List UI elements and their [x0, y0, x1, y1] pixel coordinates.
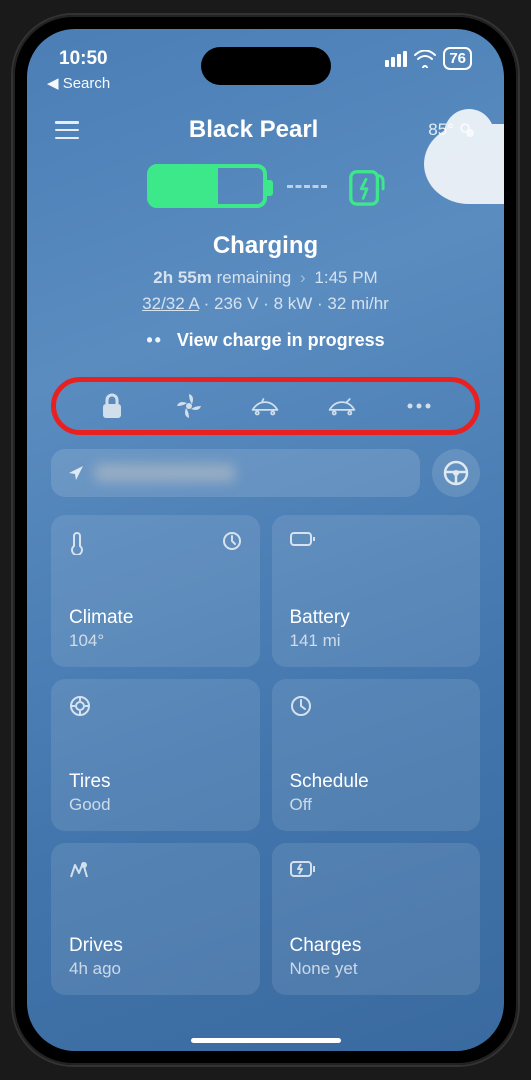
status-remaining[interactable]: 2h 55m remaining › 1:45 PM: [51, 268, 480, 288]
card-value: None yet: [290, 959, 463, 979]
card-title: Tires: [69, 771, 242, 793]
status-details[interactable]: 32/32 A · 236 V · 8 kW · 32 mi/hr: [51, 294, 480, 314]
home-indicator[interactable]: [191, 1038, 341, 1043]
phone-frame: 10:50 76 ◀ Search Black Pearl 85°: [13, 15, 518, 1065]
card-value: 141 mi: [290, 631, 463, 651]
charger-icon: [347, 164, 385, 208]
battery-icon: [290, 531, 316, 547]
progress-dots-icon: ••: [146, 330, 163, 351]
card-value: Off: [290, 795, 463, 815]
header: Black Pearl 85°: [27, 96, 504, 152]
charges-card[interactable]: Charges None yet: [272, 843, 481, 995]
card-title: Charges: [290, 935, 463, 957]
location-input[interactable]: [51, 449, 420, 497]
charging-line: [287, 185, 327, 188]
drives-card[interactable]: Drives 4h ago: [51, 843, 260, 995]
card-value: 104°: [69, 631, 242, 651]
trunk-icon: [328, 395, 356, 417]
amps-link[interactable]: 32/32 A: [142, 294, 199, 313]
clock-icon: [290, 695, 312, 717]
card-title: Battery: [290, 607, 463, 629]
battery-indicator: 76: [443, 47, 472, 70]
frunk-icon: [251, 395, 279, 417]
steering-button[interactable]: [432, 449, 480, 497]
card-title: Drives: [69, 935, 242, 957]
screen: 10:50 76 ◀ Search Black Pearl 85°: [27, 29, 504, 1051]
climate-card[interactable]: Climate 104°: [51, 515, 260, 667]
location-text-blurred: [95, 464, 235, 482]
card-title: Climate: [69, 607, 242, 629]
battery-icon: [147, 164, 267, 208]
battery-graphic: [27, 152, 504, 226]
lock-button[interactable]: [98, 392, 126, 420]
card-value: Good: [69, 795, 242, 815]
status-heading: Charging: [51, 232, 480, 260]
trunk-button[interactable]: [328, 392, 356, 420]
battery-card[interactable]: Battery 141 mi: [272, 515, 481, 667]
quick-actions: [51, 377, 480, 435]
tire-icon: [69, 695, 91, 717]
weather[interactable]: 85°: [428, 120, 476, 140]
fan-button[interactable]: [175, 392, 203, 420]
cellular-icon: [385, 51, 407, 67]
fan-icon: [175, 392, 203, 420]
frunk-button[interactable]: [251, 392, 279, 420]
status-section: Charging 2h 55m remaining › 1:45 PM 32/3…: [27, 226, 504, 371]
location-arrow-icon: [67, 464, 85, 482]
charge-icon: [290, 859, 316, 879]
cards-grid: Climate 104° Battery 141 mi Tires: [27, 511, 504, 1019]
tires-card[interactable]: Tires Good: [51, 679, 260, 831]
more-button[interactable]: [405, 392, 433, 420]
steering-wheel-icon: [443, 460, 469, 486]
clock: 10:50: [59, 48, 108, 70]
weather-temp: 85°: [428, 120, 454, 140]
sun-cloud-icon: [458, 121, 476, 139]
more-icon: [406, 402, 432, 410]
clock-icon: [222, 531, 242, 551]
wifi-icon: [414, 50, 436, 68]
schedule-card[interactable]: Schedule Off: [272, 679, 481, 831]
location-row: [51, 449, 480, 497]
map-pin-icon: [69, 859, 91, 881]
dynamic-island: [201, 47, 331, 85]
view-charge-button[interactable]: •• View charge in progress: [51, 320, 480, 365]
card-title: Schedule: [290, 771, 463, 793]
card-value: 4h ago: [69, 959, 242, 979]
lock-icon: [100, 393, 124, 419]
page-title: Black Pearl: [79, 116, 428, 144]
thermometer-icon: [69, 531, 85, 555]
menu-button[interactable]: [55, 121, 79, 139]
